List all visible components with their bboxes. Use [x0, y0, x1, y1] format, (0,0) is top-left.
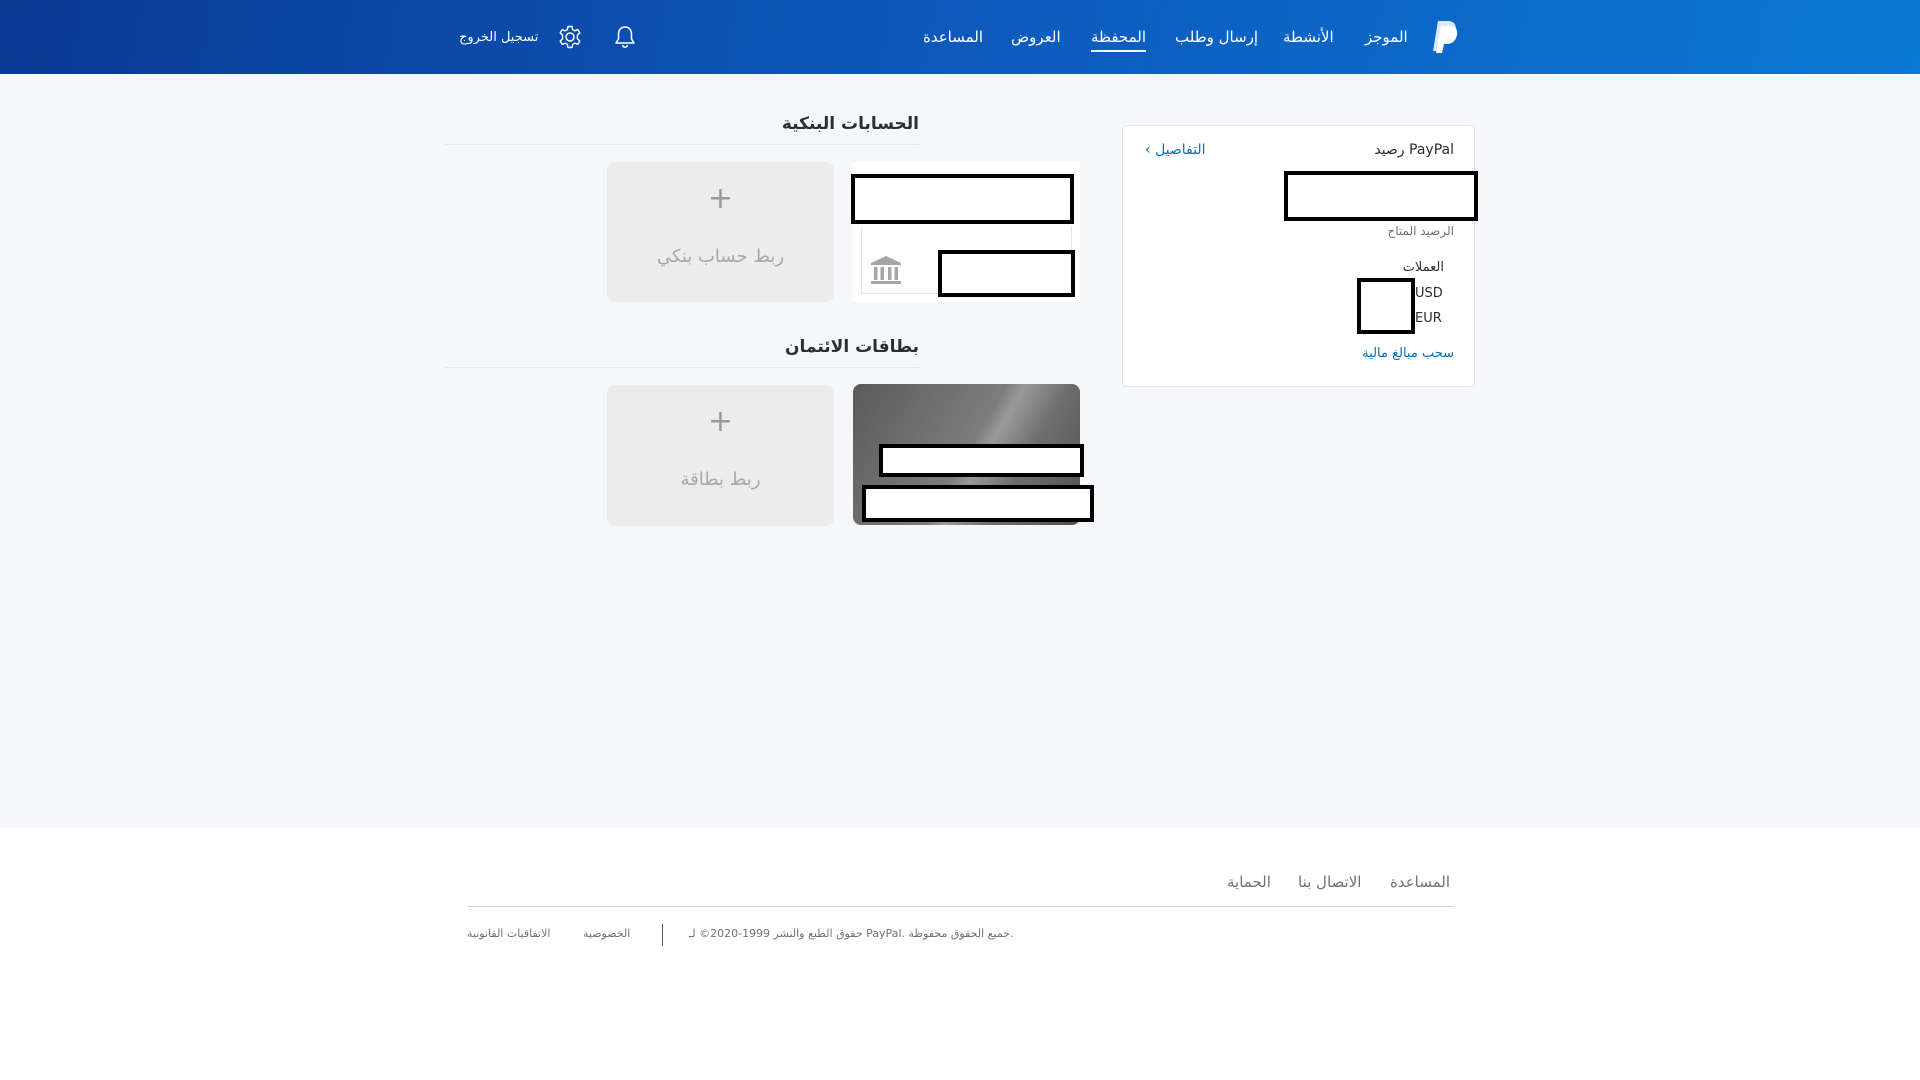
paypal-logo-icon[interactable]: [1429, 20, 1459, 54]
footer-help-link[interactable]: المساعدة: [1390, 873, 1450, 891]
currency-usd: USD: [1415, 286, 1443, 301]
withdraw-link[interactable]: سحب مبالغ مالية: [1362, 346, 1454, 361]
privacy-link[interactable]: الخصوصية: [583, 927, 630, 940]
footer-security-link[interactable]: الحماية: [1227, 873, 1271, 891]
linked-bank-account-tile[interactable]: [851, 162, 1080, 302]
bank-accounts-divider: [445, 144, 919, 145]
balance-details-link[interactable]: ‹ التفاصيل: [1145, 142, 1206, 158]
nav-help[interactable]: المساعدة: [923, 27, 983, 47]
nav-send-request[interactable]: إرسال وطلب: [1175, 27, 1258, 47]
nav-summary[interactable]: الموجز: [1365, 27, 1408, 47]
link-bank-account-button[interactable]: + ربط حساب بنكي: [607, 162, 834, 302]
link-card-button[interactable]: + ربط بطاقة: [607, 385, 834, 526]
nav-activities[interactable]: الأنشطة: [1283, 27, 1334, 47]
link-card-label: ربط بطاقة: [680, 469, 761, 490]
footer-contact-link[interactable]: الاتصال بنا: [1298, 873, 1361, 891]
footer-separator: [662, 924, 663, 946]
currency-eur: EUR: [1415, 311, 1442, 326]
redacted-bank-name: [851, 174, 1074, 224]
legal-agreements-link[interactable]: الاتفاقيات القانونية: [467, 927, 550, 940]
redacted-balance-amount: [1284, 171, 1478, 221]
plus-icon: +: [707, 181, 734, 216]
nav-wallet[interactable]: المحفظة: [1091, 27, 1147, 52]
bank-accounts-title: الحسابات البنكية: [781, 114, 919, 134]
logout-link[interactable]: تسجيل الخروج: [459, 30, 538, 45]
copyright-text: حقوق الطبع والنشر 1999-2020© لـ PayPal. …: [689, 927, 1014, 940]
redacted-card-number: [862, 485, 1094, 522]
redacted-card-name: [879, 444, 1084, 477]
credit-cards-divider: [445, 367, 919, 368]
link-bank-label: ربط حساب بنكي: [656, 246, 785, 267]
bank-icon: [871, 256, 901, 284]
plus-icon: +: [707, 404, 734, 439]
nav-offers[interactable]: العروض: [1011, 27, 1061, 47]
paypal-balance-card: رصيد PayPal ‹ التفاصيل الرصيد المتاح الع…: [1122, 125, 1478, 387]
currencies-label: العملات: [1402, 260, 1444, 275]
top-navigation-bar: الموجز الأنشطة إرسال وطلب المحفظة العروض…: [0, 0, 1920, 74]
redacted-bank-number: [938, 250, 1075, 297]
details-label: التفاصيل: [1155, 142, 1206, 158]
linked-credit-card-tile[interactable]: [853, 384, 1094, 525]
bell-icon[interactable]: [612, 24, 638, 50]
gear-icon[interactable]: [557, 24, 583, 50]
available-balance-label: الرصيد المتاح: [1387, 224, 1455, 238]
redacted-currency-amounts: [1357, 278, 1415, 334]
credit-cards-title: بطاقات الائتمان: [785, 337, 919, 357]
chevron-left-icon: ‹: [1145, 142, 1156, 158]
balance-title: رصيد PayPal: [1374, 142, 1454, 158]
footer-divider-line: [468, 906, 1453, 907]
